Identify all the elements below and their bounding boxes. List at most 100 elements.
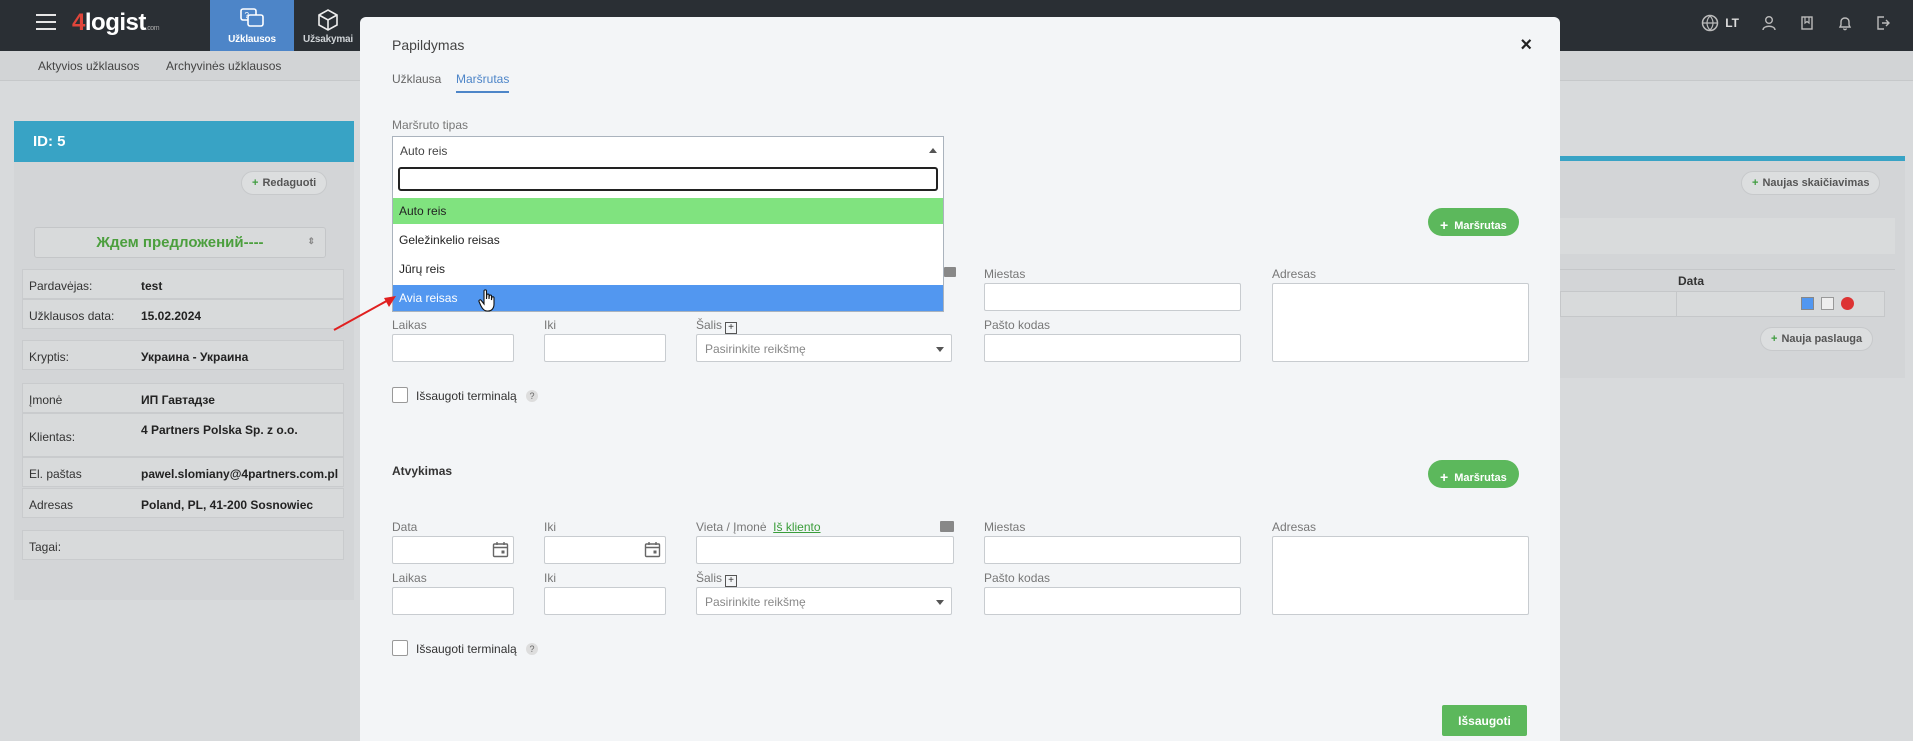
new-calculation-button[interactable]: + Naujas skaičiavimas	[1741, 171, 1881, 195]
city-input[interactable]	[984, 283, 1241, 311]
delivery-address-label: Adresas	[1272, 520, 1317, 534]
building-icon[interactable]	[940, 521, 954, 532]
add-route-button[interactable]: + Maršrutas	[1428, 208, 1519, 236]
place-label: Vieta / Įmonė Iš kliento	[696, 520, 821, 534]
table-header-bar	[1560, 218, 1895, 254]
delivery-city-input[interactable]	[984, 536, 1241, 564]
svg-text:?: ?	[245, 11, 250, 20]
close-icon[interactable]: ×	[1520, 34, 1532, 57]
from-client-link[interactable]: Iš kliento	[773, 520, 820, 534]
time-input[interactable]	[392, 334, 514, 362]
save-terminal-label: Išsaugoti terminalą	[416, 389, 517, 403]
route-modal: Papildymas × Užklausa Maršrutas Maršruto…	[360, 17, 1560, 741]
table-row[interactable]	[1560, 291, 1885, 317]
menu-icon[interactable]	[36, 14, 56, 30]
copy-icon[interactable]	[1821, 297, 1834, 310]
language-label[interactable]: LT	[1725, 16, 1739, 30]
until-time-input[interactable]	[544, 334, 666, 362]
plus-icon: +	[1771, 333, 1778, 345]
delivery-city-label: Miestas	[984, 520, 1026, 534]
add-country-icon[interactable]: +	[725, 322, 738, 334]
until-date-label: Iki	[544, 520, 556, 534]
info-row: El. paštas pawel.slomiany@4partners.com.p…	[22, 457, 344, 487]
add-country-icon[interactable]: +	[725, 575, 738, 587]
save-terminal-checkbox[interactable]	[392, 387, 408, 403]
delivery-save-terminal-label: Išsaugoti terminalą	[416, 642, 517, 656]
delivery-country-label: Šalis +	[696, 571, 738, 587]
tab-archived-inquiries[interactable]: Archyvinės užklausos	[166, 59, 281, 73]
city-label: Miestas	[984, 267, 1026, 281]
app-logo[interactable]: 4logist.com	[72, 9, 160, 37]
tab-active-inquiries[interactable]: Aktyvios užklausos	[38, 59, 139, 73]
info-row: Tagai:	[22, 530, 344, 560]
delivery-postcode-input[interactable]	[984, 587, 1241, 615]
route-option[interactable]: Jūrų reis	[393, 256, 943, 282]
date-label: Data	[392, 520, 418, 534]
plus-icon: +	[1752, 177, 1759, 189]
table-header: Data	[1560, 269, 1895, 291]
plus-icon: +	[1440, 469, 1449, 485]
delivery-time-input[interactable]	[392, 587, 514, 615]
place-input[interactable]	[696, 536, 954, 564]
delivery-time-label: Laikas	[392, 571, 427, 585]
address-textarea[interactable]	[1272, 283, 1529, 362]
until-date-input[interactable]	[544, 536, 666, 564]
tab-route[interactable]: Maršrutas	[456, 72, 510, 93]
globe-icon[interactable]	[1701, 14, 1719, 32]
chevron-down-icon	[936, 600, 944, 605]
info-row: Klientas: 4 Partners Polska Sp. z o.o.	[22, 413, 344, 457]
book-icon[interactable]	[1799, 15, 1815, 31]
info-row: Įmonė ИП Гавтадзе	[22, 383, 344, 413]
chevron-down-icon	[936, 347, 944, 352]
status-select[interactable]: Ждем предложений---- ⇕	[34, 227, 326, 258]
modal-title: Papildymas	[392, 37, 465, 53]
help-icon[interactable]: ?	[526, 390, 538, 402]
plus-icon: +	[1440, 217, 1449, 233]
sort-icon: ⇕	[307, 236, 315, 246]
help-icon[interactable]: ?	[526, 643, 538, 655]
delivery-postcode-label: Pašto kodas	[984, 571, 1051, 585]
route-option[interactable]: Auto reis	[393, 198, 943, 224]
user-icon[interactable]	[1761, 15, 1777, 31]
logout-icon[interactable]	[1875, 15, 1891, 31]
until-label: Iki	[544, 318, 556, 332]
info-row: Adresas Poland, PL, 41-200 Sosnowiec	[22, 488, 344, 518]
delivery-save-terminal-checkbox[interactable]	[392, 640, 408, 656]
delivery-country-select[interactable]: Pasirinkite reikšmę	[696, 587, 952, 615]
add-delivery-route-button[interactable]: + Maršrutas	[1428, 460, 1519, 488]
route-type-dropdown[interactable]: Auto reis Auto reis Geležinkelio reisas …	[392, 136, 944, 312]
delivery-until-input[interactable]	[544, 587, 666, 615]
chevron-up-icon	[929, 148, 937, 153]
nav-inquiries[interactable]: ? Užklausos	[210, 0, 294, 51]
new-service-button[interactable]: + Nauja paslauga	[1760, 327, 1874, 351]
address-label: Adresas	[1272, 267, 1317, 281]
date-input[interactable]	[392, 536, 514, 564]
postcode-label: Pašto kodas	[984, 318, 1051, 332]
route-option[interactable]: Avia reisas	[393, 285, 943, 311]
delivery-address-textarea[interactable]	[1272, 536, 1529, 615]
info-row: Pardavėjas: test	[22, 269, 344, 299]
postcode-input[interactable]	[984, 334, 1241, 362]
orders-icon	[318, 9, 338, 31]
route-type-search-input[interactable]	[398, 167, 938, 191]
building-icon	[944, 267, 956, 277]
nav-orders[interactable]: Užsakymai	[294, 0, 362, 51]
edit-button[interactable]: + Redaguoti	[241, 171, 328, 195]
inquiry-id-header: ID: 5	[14, 121, 354, 162]
route-type-select[interactable]: Auto reis	[393, 137, 943, 164]
edit-icon[interactable]	[1801, 297, 1814, 310]
save-button[interactable]: Išsaugoti	[1442, 705, 1527, 736]
bell-icon[interactable]	[1837, 15, 1853, 31]
inquiries-icon: ?	[240, 8, 264, 27]
route-option[interactable]: Geležinkelio reisas	[393, 227, 943, 253]
plus-icon: +	[252, 177, 259, 189]
calendar-icon[interactable]	[492, 541, 509, 558]
delete-icon[interactable]	[1841, 297, 1854, 310]
country-select[interactable]: Pasirinkite reikšmę	[696, 334, 952, 362]
route-type-label: Maršruto tipas	[392, 118, 469, 132]
delivery-until-label: Iki	[544, 571, 556, 585]
hand-cursor-icon	[478, 289, 495, 312]
delivery-section-title: Atvykimas	[392, 464, 453, 478]
calendar-icon[interactable]	[644, 541, 661, 558]
tab-inquiry[interactable]: Užklausa	[392, 72, 441, 86]
